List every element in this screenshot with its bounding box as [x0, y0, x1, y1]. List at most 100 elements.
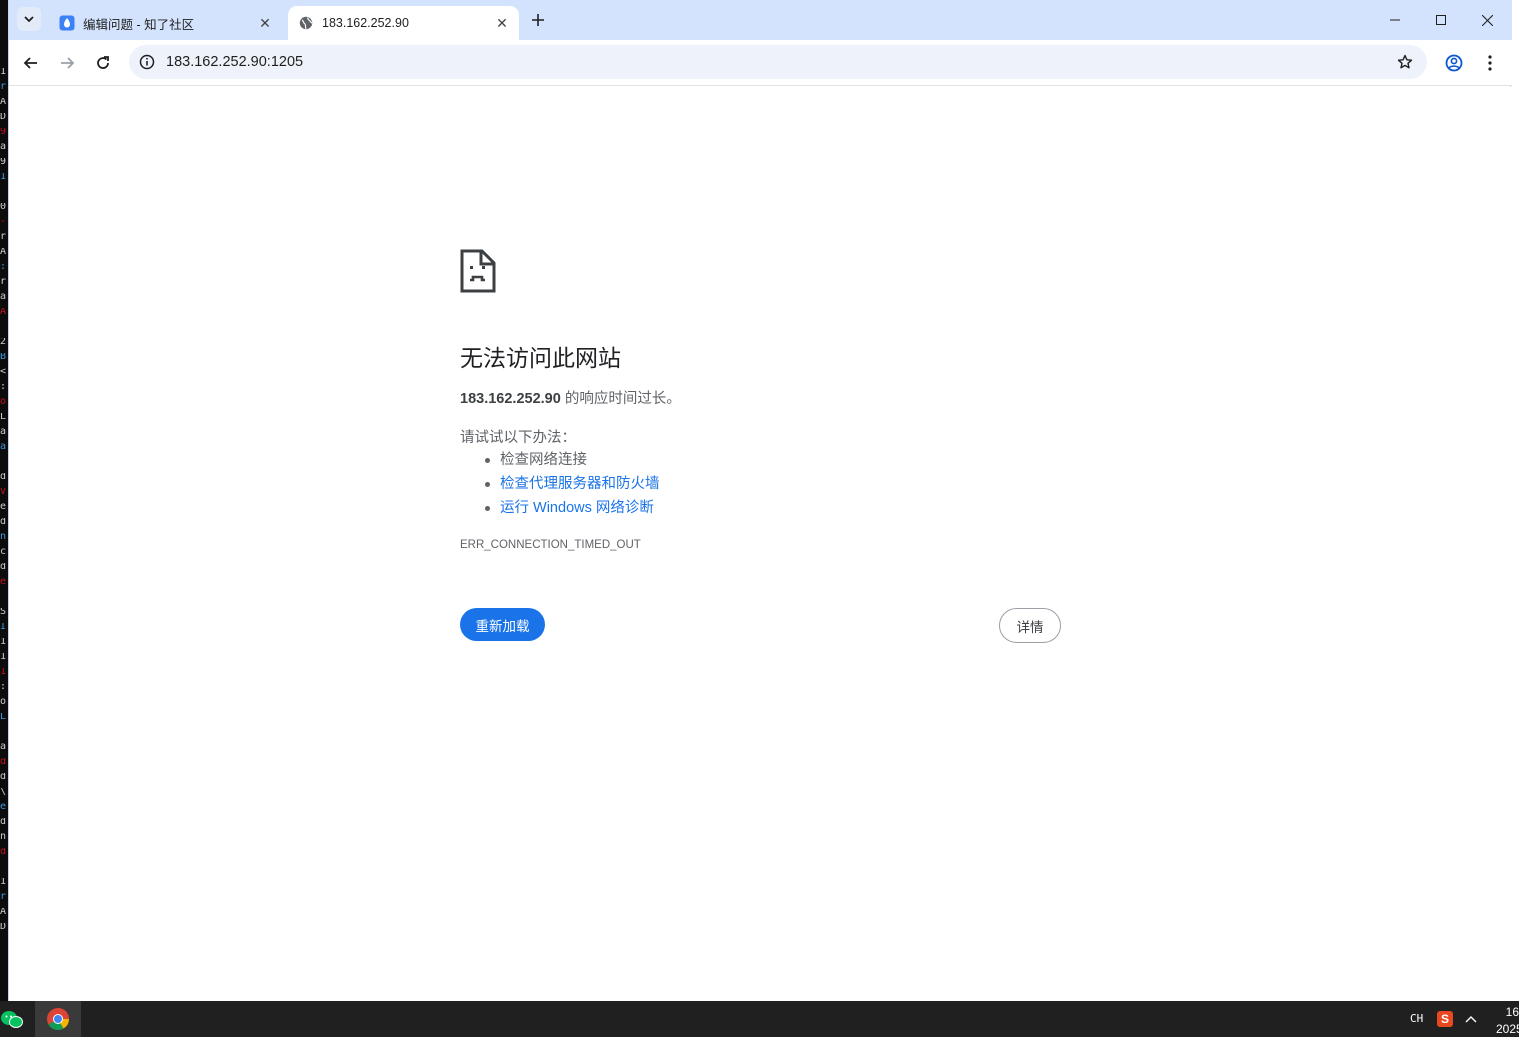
terminal-text-fragment: 9 [0, 128, 7, 136]
details-button[interactable]: 详情 [999, 608, 1061, 643]
terminal-text-fragment: D [0, 113, 7, 121]
sogou-ime-icon[interactable]: S [1437, 1011, 1453, 1027]
maximize-icon [1436, 15, 1446, 25]
terminal-text-fragment: n [0, 533, 7, 541]
suggestions-list: 检查网络连接 检查代理服务器和防火墙 运行 Windows 网络诊断 [480, 448, 660, 520]
wechat-icon[interactable] [0, 1007, 24, 1031]
terminal-text-fragment: < [0, 368, 7, 376]
browser-toolbar: 183.162.252.90:1205 [9, 40, 1512, 86]
terminal-text-fragment: a [0, 443, 7, 451]
account-icon [1445, 54, 1463, 72]
terminal-text-fragment: r [0, 83, 7, 91]
error-page: 无法访问此网站 183.162.252.90 的响应时间过长。 请试试以下办法：… [9, 87, 1512, 1001]
chevron-down-icon [24, 16, 34, 23]
terminal-text-fragment: 1 [0, 653, 7, 661]
terminal-text-fragment: e [0, 503, 7, 511]
terminal-text-fragment: D [0, 923, 7, 931]
terminal-text-fragment: - [0, 218, 7, 226]
terminal-text-fragment: 2 [0, 338, 7, 346]
terminal-text-fragment: e [0, 578, 7, 586]
terminal-text-fragment: o [0, 698, 7, 706]
terminal-text-fragment: 9 [0, 158, 7, 166]
new-tab-button[interactable] [526, 8, 550, 32]
terminal-text-fragment: A [0, 908, 7, 916]
terminal-text-fragment: n [0, 833, 7, 841]
tab-active-site[interactable]: 183.162.252.90 ✕ [288, 6, 519, 40]
suggestion-check-proxy-firewall-link[interactable]: 检查代理服务器和防火墙 [480, 472, 660, 496]
zhile-community-icon [59, 15, 75, 31]
error-code: ERR_CONNECTION_TIMED_OUT [460, 539, 641, 551]
terminal-text-fragment: r [0, 278, 7, 286]
terminal-text-fragment: 1 [0, 638, 7, 646]
close-window-button[interactable] [1464, 0, 1510, 40]
terminal-text-fragment: d [0, 758, 7, 766]
tab-title: 编辑问题 - 知了社区 [83, 17, 195, 32]
profile-button[interactable] [1440, 49, 1468, 77]
chrome-icon [47, 1008, 69, 1030]
terminal-text-fragment: B [0, 353, 7, 361]
reload-button[interactable] [89, 49, 117, 77]
terminal-text-fragment: e [0, 803, 7, 811]
close-icon [1481, 14, 1493, 26]
minimize-button[interactable] [1372, 0, 1418, 40]
terminal-text-fragment: o [0, 398, 7, 406]
chrome-taskbar-button[interactable] [35, 1001, 81, 1037]
terminal-text-fragment: 1 [0, 173, 7, 181]
tab-strip: 编辑问题 - 知了社区 ✕ 183.162.252.90 ✕ [9, 0, 1512, 40]
clock-date: 2025 [1496, 1022, 1519, 1036]
input-method-indicator[interactable]: CH [1410, 1012, 1423, 1025]
terminal-text-fragment: r [0, 233, 7, 241]
close-tab-icon[interactable]: ✕ [491, 12, 513, 34]
terminal-text-fragment: L [0, 413, 7, 421]
terminal-text-fragment: S [0, 608, 7, 616]
site-info-icon[interactable] [135, 50, 159, 74]
suggestion-check-network: 检查网络连接 [480, 448, 660, 472]
terminal-text-fragment: d [0, 473, 7, 481]
terminal-text-fragment: A [0, 98, 7, 106]
tab-title: 183.162.252.90 [322, 16, 409, 30]
terminal-text-fragment: a [0, 293, 7, 301]
terminal-text-fragment: a [0, 143, 7, 151]
terminal-text-fragment: V [0, 488, 7, 496]
terminal-text-fragment: d [0, 773, 7, 781]
terminal-text-fragment: L [0, 713, 7, 721]
close-tab-icon[interactable]: ✕ [254, 12, 276, 34]
error-title: 无法访问此网站 [460, 345, 621, 371]
globe-icon [298, 15, 314, 31]
background-terminal-window: 1 r A D 9 a 9 1 0- r A: r a A 2 B <: o La a d Ve d n c d e S I 1 1 1: o L… [0, 0, 8, 1001]
tab-search-button[interactable] [17, 7, 41, 31]
forward-button[interactable] [53, 49, 81, 77]
taskbar-clock[interactable]: 16 2025 [1496, 1004, 1519, 1038]
bookmark-star-icon[interactable] [1393, 50, 1417, 74]
back-button[interactable] [17, 49, 45, 77]
minimize-icon [1390, 19, 1400, 21]
terminal-text-fragment: 0 [0, 203, 7, 211]
clock-time: 16 [1505, 1005, 1519, 1019]
suggestion-windows-diagnostics-link[interactable]: 运行 Windows 网络诊断 [480, 496, 660, 520]
reload-page-button[interactable]: 重新加载 [460, 608, 545, 641]
terminal-text-fragment: \ [0, 788, 7, 796]
maximize-button[interactable] [1418, 0, 1464, 40]
arrow-left-icon [23, 57, 37, 69]
terminal-text-fragment: a [0, 428, 7, 436]
terminal-text-fragment: 1 [0, 878, 7, 886]
terminal-text-fragment: 1 [0, 68, 7, 76]
browser-window: 编辑问题 - 知了社区 ✕ 183.162.252.90 ✕ 183.162.2… [8, 0, 1512, 1001]
suggestions-label: 请试试以下办法： [460, 430, 576, 446]
terminal-text-fragment: r [0, 893, 7, 901]
error-message: 183.162.252.90 的响应时间过长。 [460, 387, 681, 408]
terminal-text-fragment: A [0, 308, 7, 316]
more-vert-icon [1488, 55, 1492, 71]
terminal-text-fragment: : [0, 683, 7, 691]
terminal-text-fragment: d [0, 563, 7, 571]
tab-zhile-community[interactable]: 编辑问题 - 知了社区 ✕ [49, 6, 282, 40]
terminal-text-fragment: d [0, 518, 7, 526]
menu-button[interactable] [1476, 49, 1504, 77]
terminal-text-fragment: 1 [0, 668, 7, 676]
terminal-text-fragment: I [0, 623, 7, 631]
tray-chevron-up-icon[interactable] [1463, 1011, 1479, 1027]
terminal-text-fragment: : [0, 383, 7, 391]
address-bar[interactable]: 183.162.252.90:1205 [129, 45, 1427, 79]
windows-taskbar: CH S 16 2025 [0, 1001, 1519, 1037]
address-url[interactable]: 183.162.252.90:1205 [166, 45, 303, 79]
